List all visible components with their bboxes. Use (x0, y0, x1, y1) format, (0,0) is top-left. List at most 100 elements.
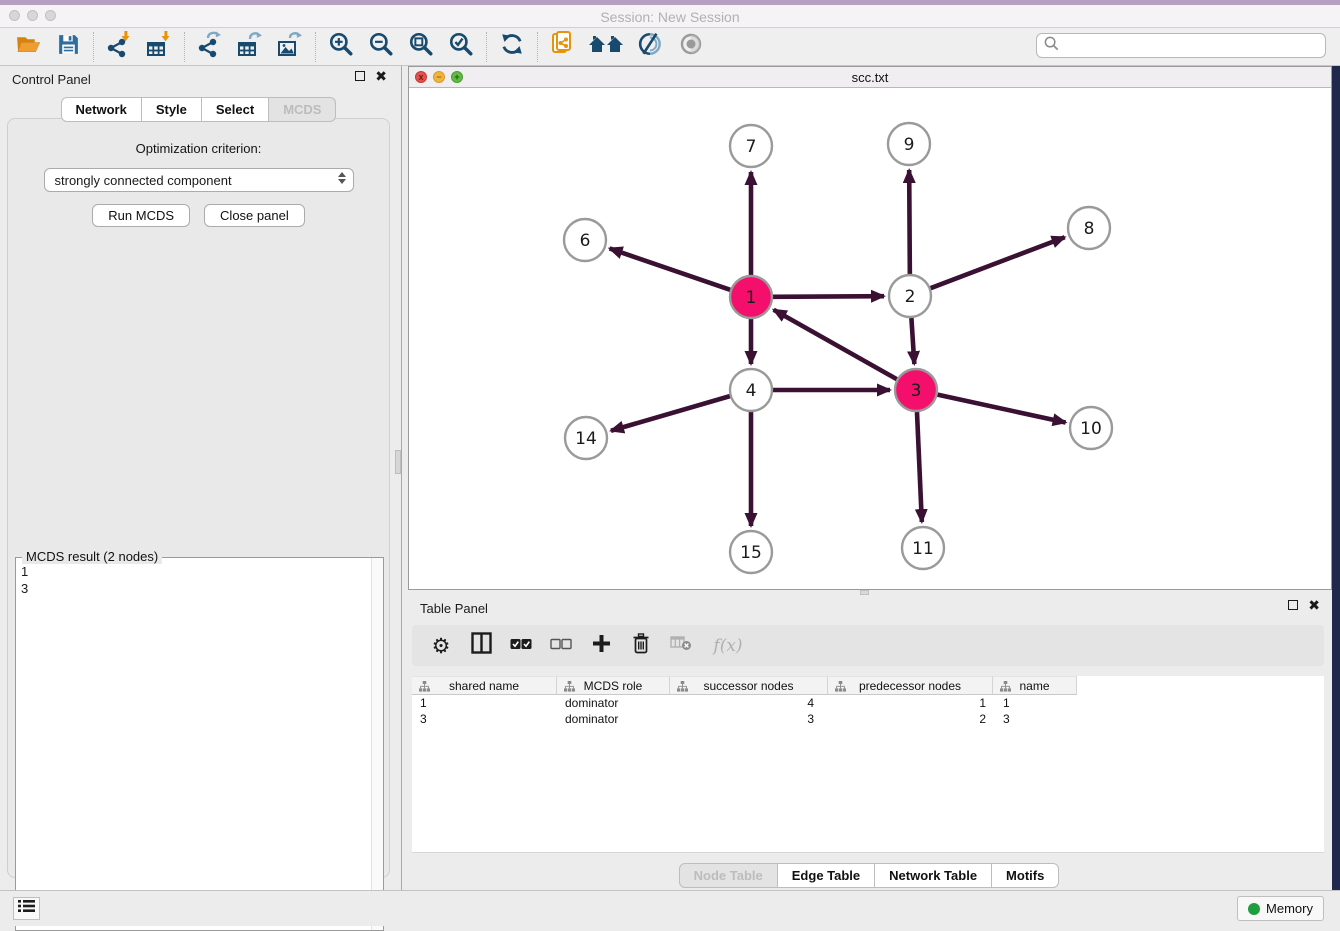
refresh-button[interactable] (492, 30, 532, 64)
toggle-graphics-details-button[interactable] (631, 30, 671, 64)
graph-node-6[interactable]: 6 (564, 219, 606, 261)
float-table-panel-icon[interactable] (1288, 600, 1298, 610)
svg-text:6: 6 (580, 231, 591, 251)
graph-node-7[interactable]: 7 (730, 125, 772, 167)
select-all-button[interactable] (508, 632, 534, 660)
tab-style[interactable]: Style (142, 97, 202, 122)
select-all-icon (510, 637, 532, 655)
export-table-button[interactable] (230, 30, 270, 64)
function-builder-button-disabled[interactable]: f(x) (708, 632, 748, 660)
import-table-button[interactable] (139, 30, 179, 64)
delete-column-button[interactable] (628, 632, 654, 660)
column-header-predecessor-nodes[interactable]: predecessor nodes (828, 676, 993, 695)
table-settings-button[interactable]: ⚙ (428, 632, 454, 660)
home-button[interactable] (583, 30, 631, 64)
graph-node-3[interactable]: 3 (895, 369, 937, 411)
export-image-button[interactable] (270, 30, 310, 64)
zoom-fit-button[interactable] (401, 30, 441, 64)
graph-node-9[interactable]: 9 (888, 123, 930, 165)
tab-mcds[interactable]: MCDS (269, 97, 336, 122)
table-cell[interactable]: 3 (670, 711, 828, 727)
table-cell[interactable]: 3 (412, 711, 557, 727)
export-network-button[interactable] (190, 30, 230, 64)
clone-network-button[interactable] (543, 30, 583, 64)
tab-network-table[interactable]: Network Table (875, 863, 992, 888)
graph-node-10[interactable]: 10 (1070, 407, 1112, 449)
graph-edge-3-10[interactable] (937, 395, 1065, 423)
graph-node-1[interactable]: 1 (730, 276, 772, 318)
graph-node-11[interactable]: 11 (902, 527, 944, 569)
network-window-titlebar[interactable]: x − + scc.txt (409, 67, 1331, 88)
tab-edge-table[interactable]: Edge Table (778, 863, 875, 888)
app-titlebar: Session: New Session (0, 5, 1340, 28)
graph-node-4[interactable]: 4 (730, 369, 772, 411)
close-table-panel-icon[interactable]: ✖ (1308, 600, 1320, 610)
task-history-button[interactable] (13, 897, 40, 920)
result-scrollbar[interactable] (371, 558, 383, 930)
create-column-button[interactable] (588, 632, 614, 660)
graph-edge-1-6[interactable] (610, 248, 731, 289)
graph-node-14[interactable]: 14 (565, 417, 607, 459)
graph-node-15[interactable]: 15 (730, 531, 772, 573)
optimization-criterion-dropdown[interactable]: strongly connected component (44, 168, 354, 192)
table-cell[interactable]: 1 (828, 695, 993, 711)
graph-edge-3-1[interactable] (774, 310, 897, 379)
export-image-icon (276, 30, 304, 63)
table-cell[interactable]: 3 (993, 711, 1077, 727)
svg-text:1: 1 (746, 288, 757, 308)
column-header-successor-nodes[interactable]: successor nodes (670, 676, 828, 695)
run-mcds-button[interactable]: Run MCDS (92, 204, 190, 227)
table-cell[interactable]: 1 (993, 695, 1077, 711)
column-header-shared-name[interactable]: shared name (412, 676, 557, 695)
graph-edge-3-11[interactable] (917, 412, 922, 522)
open-session-button[interactable] (8, 30, 48, 64)
delete-table-button-disabled[interactable] (668, 632, 694, 660)
memory-button[interactable]: Memory (1237, 896, 1324, 921)
close-panel-icon[interactable]: ✖ (375, 71, 387, 81)
export-table-icon (236, 30, 264, 63)
graph-svg[interactable]: 7 9 6 8 1 2 4 3 14 10 15 11 (409, 88, 1331, 589)
zoom-in-button[interactable] (321, 30, 361, 64)
save-session-button[interactable] (48, 30, 88, 64)
save-floppy-icon (56, 32, 81, 62)
show-hide-panels-button[interactable] (671, 30, 711, 64)
close-panel-button[interactable]: Close panel (204, 204, 305, 227)
deselect-all-icon (550, 637, 572, 655)
search-input[interactable] (1060, 36, 1325, 56)
tab-motifs[interactable]: Motifs (992, 863, 1059, 888)
control-panel-title: Control Panel (12, 72, 91, 87)
import-network-button[interactable] (99, 30, 139, 64)
table-cell[interactable]: dominator (557, 711, 670, 727)
table-cell[interactable]: 2 (828, 711, 993, 727)
tab-network[interactable]: Network (61, 97, 142, 122)
table-body: 1dominator4113dominator323 (412, 695, 1324, 727)
graph-node-2[interactable]: 2 (889, 275, 931, 317)
zoom-out-button[interactable] (361, 30, 401, 64)
graph-edge-1-2[interactable] (773, 296, 884, 297)
vertical-splitter-grip[interactable] (395, 450, 401, 474)
tab-node-table[interactable]: Node Table (679, 863, 778, 888)
graph-edge-4-14[interactable] (611, 396, 730, 431)
column-visibility-button[interactable] (468, 632, 494, 660)
column-header-name[interactable]: name (993, 676, 1077, 695)
graph-edge-2-8[interactable] (931, 237, 1065, 288)
deselect-all-button[interactable] (548, 632, 574, 660)
table-cell[interactable]: 4 (670, 695, 828, 711)
table-cell[interactable]: 1 (412, 695, 557, 711)
graph-node-8[interactable]: 8 (1068, 207, 1110, 249)
vertical-splitter[interactable] (401, 66, 402, 890)
tab-select[interactable]: Select (202, 97, 269, 122)
table-row: 1dominator411 (412, 695, 1324, 711)
graph-edge-2-9[interactable] (909, 170, 910, 274)
table-row: 3dominator323 (412, 711, 1324, 727)
columns-icon (471, 632, 492, 659)
column-header-MCDS-role[interactable]: MCDS role (557, 676, 670, 695)
graph-edge-2-3[interactable] (911, 318, 914, 364)
zoom-selected-button[interactable] (441, 30, 481, 64)
clone-network-icon (549, 30, 577, 63)
table-cell[interactable]: dominator (557, 695, 670, 711)
toolbar-separator (537, 32, 538, 62)
float-panel-icon[interactable] (355, 71, 365, 81)
mcds-result-text[interactable]: 1 3 (17, 561, 370, 929)
search-box (1036, 33, 1326, 58)
